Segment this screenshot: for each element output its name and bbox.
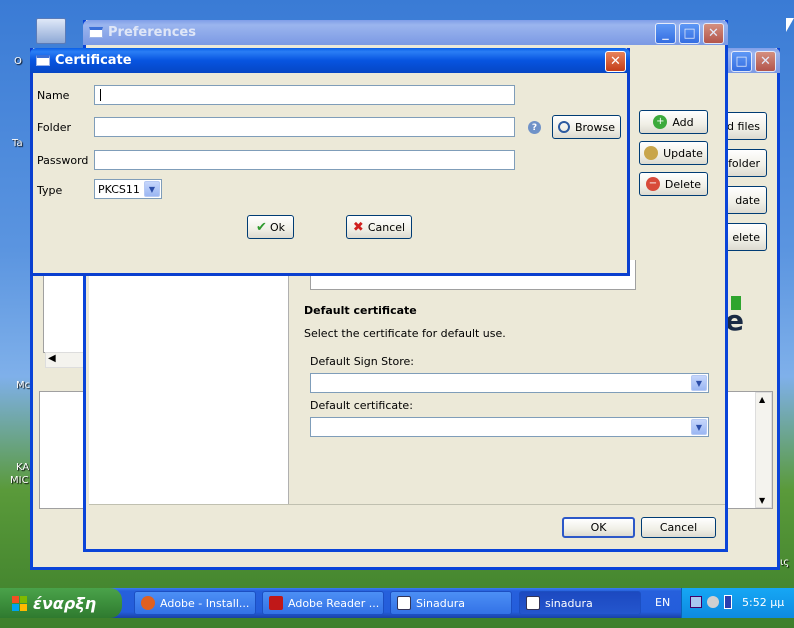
network-icon[interactable]: [690, 596, 702, 608]
folder-label: Folder: [37, 121, 71, 134]
name-input[interactable]: [94, 85, 515, 105]
sinadura-logo: e: [723, 296, 763, 337]
desktop-label: ις: [780, 557, 790, 568]
update-button[interactable]: Update: [639, 141, 708, 165]
add-button[interactable]: + Add: [639, 110, 708, 134]
ok-button-label: Ok: [269, 220, 285, 234]
chevron-down-icon[interactable]: ▼: [691, 375, 707, 391]
dialog-cancel-button[interactable]: ✖ Cancel: [346, 215, 412, 239]
type-value: PKCS11: [98, 183, 140, 196]
cancel-x-icon: ✖: [352, 219, 364, 235]
desktop-label: KA: [16, 462, 30, 473]
vertical-scrollbar[interactable]: ▲ ▼: [755, 392, 772, 508]
adobe-reader-icon: [269, 596, 283, 610]
close-button[interactable]: ✕: [755, 51, 776, 72]
delete-icon: −: [645, 177, 660, 191]
desktop-label: MIC: [10, 475, 29, 486]
certificate-dialog: Certificate ✕ Name Folder ? Browse Passw…: [30, 48, 630, 276]
ok-button[interactable]: OK: [562, 517, 635, 538]
clock: 5:52 μμ: [742, 596, 785, 609]
checkmark-icon: ✔: [256, 219, 267, 235]
desktop-label: Ta: [12, 138, 23, 149]
maximize-button[interactable]: □: [731, 51, 752, 72]
gear-icon: [644, 146, 659, 160]
desktop-label: Mc: [16, 380, 31, 391]
default-certificate-label: Default certificate:: [310, 399, 413, 412]
taskbar-item-adobe-install[interactable]: Adobe - Install...: [134, 591, 256, 615]
type-select[interactable]: PKCS11 ▼: [94, 179, 162, 199]
scroll-left-icon: ◀: [48, 353, 56, 364]
password-input[interactable]: [94, 150, 515, 170]
cancel-button-label: Cancel: [367, 220, 406, 234]
default-certificate-select[interactable]: ▼: [310, 417, 709, 437]
default-sign-store-select[interactable]: ▼: [310, 373, 709, 393]
desktop-computer-icon[interactable]: [36, 18, 66, 44]
text-cursor: [100, 89, 101, 101]
window-icon: [36, 55, 50, 66]
taskbar: έναρξη Adobe - Install... Adobe Reader .…: [0, 588, 794, 618]
browse-button-label: Browse: [574, 120, 616, 134]
update-button-label: Update: [663, 146, 703, 160]
task-label: Adobe - Install...: [160, 596, 250, 610]
desktop-label: O: [14, 56, 22, 67]
close-button[interactable]: ✕: [703, 23, 724, 44]
language-indicator[interactable]: EN: [655, 596, 670, 609]
browse-button[interactable]: Browse: [552, 115, 621, 139]
scroll-down-icon: ▼: [759, 496, 766, 505]
chevron-down-icon[interactable]: ▼: [144, 181, 160, 197]
dialog-title: Certificate: [55, 53, 132, 68]
type-label: Type: [37, 184, 63, 197]
certificate-titlebar: Certificate ✕: [30, 48, 630, 73]
maximize-button[interactable]: □: [679, 23, 700, 44]
dialog-ok-button[interactable]: ✔ Ok: [247, 215, 294, 239]
chevron-down-icon[interactable]: ▼: [691, 419, 707, 435]
sinadura-icon: [526, 596, 540, 610]
close-button[interactable]: ✕: [605, 51, 626, 72]
folder-input[interactable]: [94, 117, 515, 137]
cancel-button[interactable]: Cancel: [641, 517, 716, 538]
task-label: Sinadura: [416, 596, 465, 610]
minimize-button[interactable]: _: [655, 23, 676, 44]
taskbar-item-sinadura-active[interactable]: sinadura: [519, 591, 641, 615]
search-icon: [557, 121, 570, 133]
footer-divider: [89, 504, 725, 505]
firefox-icon: [141, 596, 155, 610]
sinadura-icon: [397, 596, 411, 610]
taskbar-item-adobe-reader[interactable]: Adobe Reader ...: [262, 591, 384, 615]
add-icon: +: [653, 115, 668, 129]
password-label: Password: [37, 154, 89, 167]
mouse-pointer-icon: [786, 18, 794, 32]
help-icon[interactable]: ?: [528, 121, 541, 134]
delete-button[interactable]: − Delete: [639, 172, 708, 196]
system-tray: 5:52 μμ: [681, 588, 794, 618]
task-label: sinadura: [545, 596, 593, 610]
task-label: Adobe Reader ...: [288, 596, 380, 610]
start-label: έναρξη: [33, 593, 97, 613]
security-icon[interactable]: [707, 596, 719, 608]
battery-icon[interactable]: [724, 595, 732, 609]
preferences-titlebar: Preferences _ □ ✕: [83, 20, 728, 45]
delete-button-label: Delete: [664, 177, 702, 191]
default-certificate-description: Select the certificate for default use.: [304, 327, 506, 340]
windows-logo-icon: [12, 595, 27, 611]
name-label: Name: [37, 89, 70, 102]
default-certificate-heading: Default certificate: [304, 304, 417, 317]
window-title: Preferences: [108, 25, 196, 40]
default-sign-store-label: Default Sign Store:: [310, 355, 414, 368]
add-button-label: Add: [672, 115, 694, 129]
log-panel: [39, 391, 89, 509]
start-button[interactable]: έναρξη: [0, 588, 122, 618]
window-icon: [89, 27, 103, 38]
scroll-up-icon: ▲: [759, 395, 766, 404]
taskbar-item-sinadura[interactable]: Sinadura: [390, 591, 512, 615]
